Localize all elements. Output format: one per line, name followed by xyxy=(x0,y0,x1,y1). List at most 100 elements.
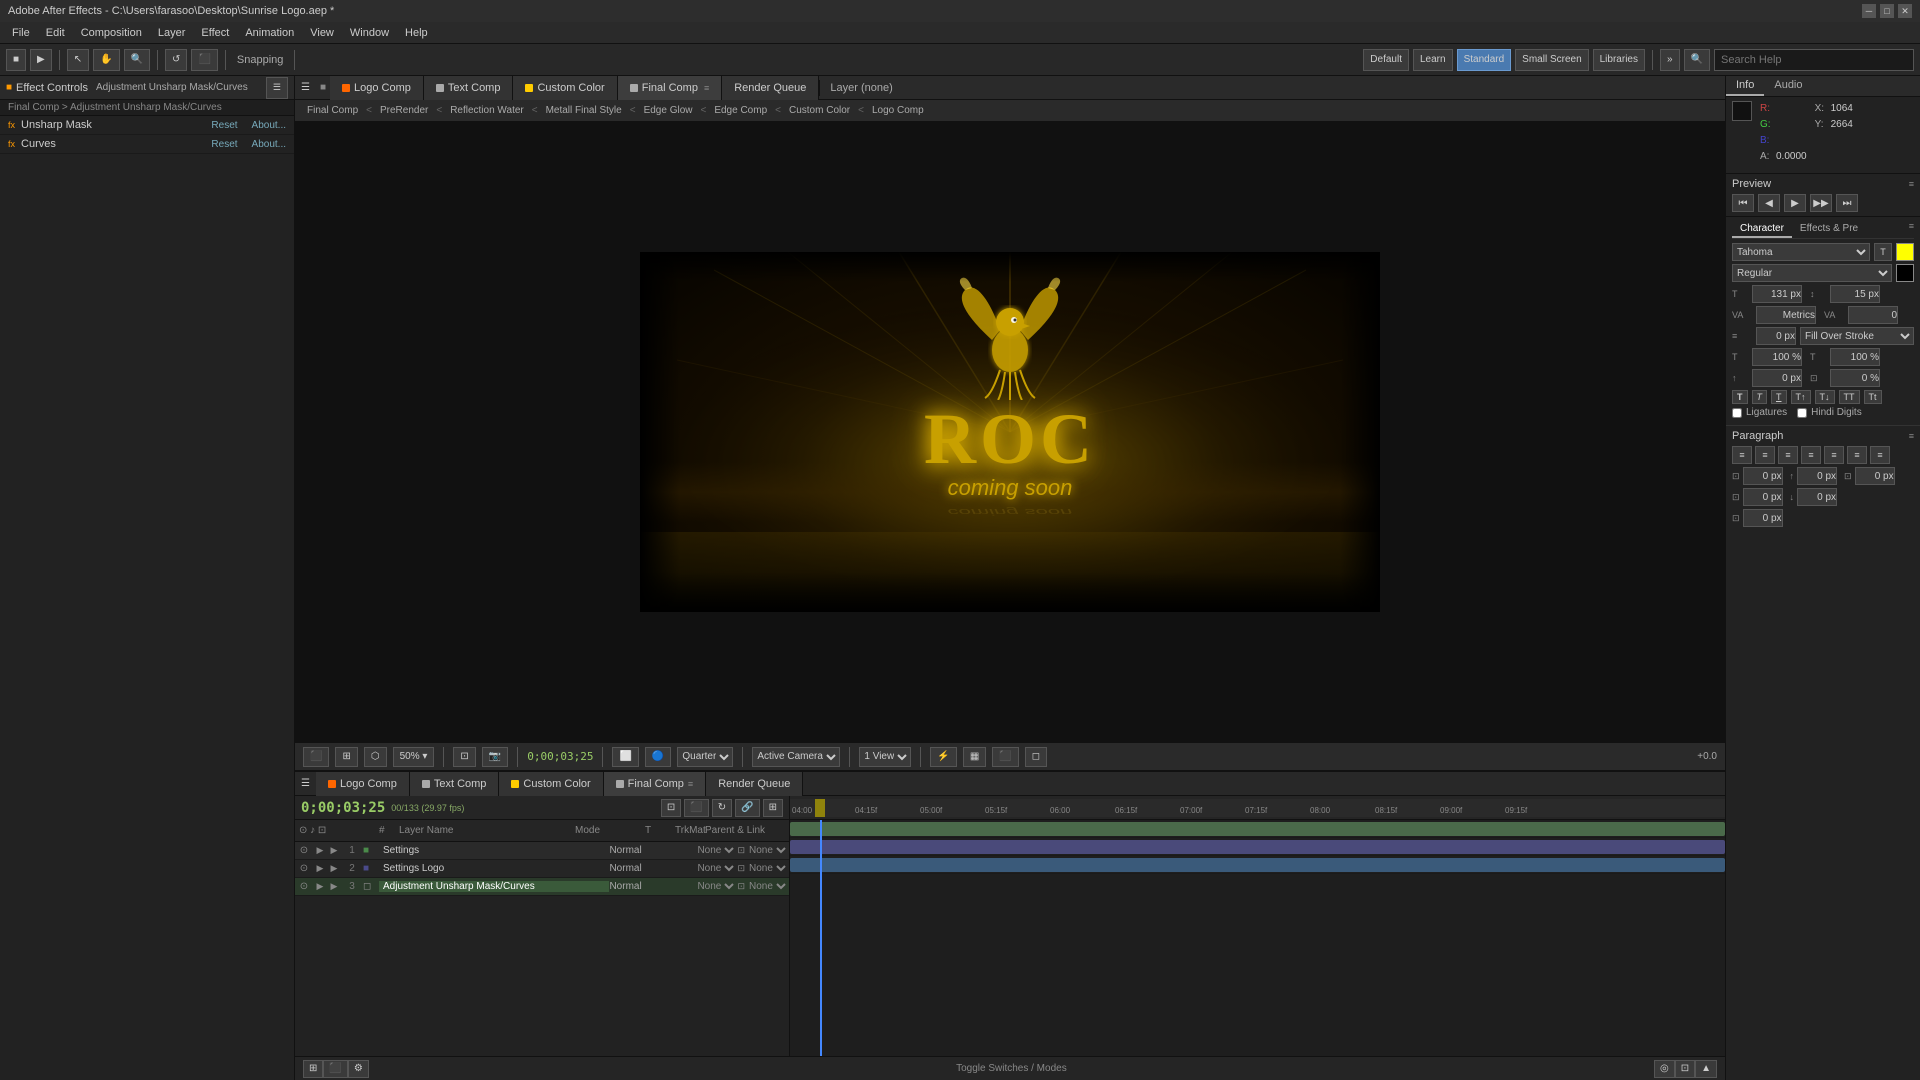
workspace-small-screen[interactable]: Small Screen xyxy=(1515,49,1588,71)
layer-3-expand[interactable]: ▶ xyxy=(327,881,341,892)
indent-left-input[interactable] xyxy=(1743,467,1783,485)
layer-1-toggle[interactable]: ▶ xyxy=(313,845,327,856)
align-left-button[interactable]: ≡ xyxy=(1732,446,1752,464)
tsume-input[interactable] xyxy=(1830,369,1880,387)
menu-view[interactable]: View xyxy=(302,25,342,41)
space-before-input[interactable] xyxy=(1797,467,1837,485)
preview-back-button[interactable]: ◀ xyxy=(1758,194,1780,212)
tl-panel-menu[interactable]: ☰ xyxy=(295,773,316,795)
justify-all-button[interactable]: ≡ xyxy=(1870,446,1890,464)
search-input[interactable] xyxy=(1714,49,1914,71)
layer-2-name[interactable]: Settings Logo xyxy=(379,863,609,874)
tl-tab-final-comp[interactable]: Final Comp ≡ xyxy=(604,772,707,796)
bold-button[interactable]: T xyxy=(1732,390,1748,404)
justify-center-button[interactable]: ≡ xyxy=(1824,446,1844,464)
tab-final-comp[interactable]: Final Comp ≡ xyxy=(618,76,723,100)
add-marker-button[interactable]: ⊞ xyxy=(303,1060,323,1078)
breadcrumb-prerender[interactable]: PreRender xyxy=(374,104,434,117)
breadcrumb-metall[interactable]: Metall Final Style xyxy=(540,104,628,117)
minimize-button[interactable]: ─ xyxy=(1862,4,1876,18)
fast-preview-button[interactable]: ⚡ xyxy=(930,747,956,767)
snapshot-button[interactable]: 📷 xyxy=(482,747,508,767)
workspace-default[interactable]: Default xyxy=(1363,49,1409,71)
rotate-tool[interactable]: ↺ xyxy=(165,49,187,71)
layer-1-parent[interactable]: None xyxy=(745,844,789,857)
workspace-libraries[interactable]: Libraries xyxy=(1593,49,1645,71)
preview-last-button[interactable]: ⏭ xyxy=(1836,194,1858,212)
tab-render-queue[interactable]: Render Queue xyxy=(722,76,819,100)
char-tab-effects[interactable]: Effects & Pre xyxy=(1792,221,1866,238)
menu-window[interactable]: Window xyxy=(342,25,397,41)
search-toggle-button[interactable]: 🔍 xyxy=(1684,49,1710,71)
tl-final-menu-icon[interactable]: ≡ xyxy=(688,779,693,789)
tl-btn-1[interactable]: ⊡ xyxy=(661,799,681,817)
safe-zones-button[interactable]: ◻ xyxy=(1025,747,1047,767)
caps-button[interactable]: TT xyxy=(1839,390,1860,404)
fill-color-swatch[interactable] xyxy=(1896,243,1914,261)
comp-marker-button[interactable]: ⬛ xyxy=(323,1060,347,1078)
menu-layer[interactable]: Layer xyxy=(150,25,194,41)
ligatures-checkbox[interactable] xyxy=(1732,408,1742,418)
tl-btn-3[interactable]: ↻ xyxy=(712,799,732,817)
zoom-dropdown[interactable]: 50% ▾ xyxy=(393,747,435,767)
ec-expand-button[interactable]: ☰ xyxy=(266,77,288,99)
tl-tab-custom-color[interactable]: Custom Color xyxy=(499,772,603,796)
curves-about[interactable]: About... xyxy=(252,139,286,150)
tl-btn-4[interactable]: 🔗 xyxy=(735,799,759,817)
layer-2-trimmat[interactable]: None xyxy=(693,862,737,875)
more-workspaces-button[interactable]: » xyxy=(1660,49,1680,71)
layer-3-toggle[interactable]: ▶ xyxy=(313,881,327,892)
font-style-button[interactable]: T xyxy=(1874,243,1892,261)
menu-file[interactable]: File xyxy=(4,25,38,41)
selection-tool[interactable]: ↖ xyxy=(67,49,89,71)
zoom-tool[interactable]: 🔍 xyxy=(124,49,150,71)
space-after2-input[interactable] xyxy=(1797,488,1837,506)
info-tab-audio[interactable]: Audio xyxy=(1764,76,1812,96)
layer-1-name[interactable]: Settings xyxy=(379,845,609,856)
window-controls[interactable]: ─ □ ✕ xyxy=(1862,4,1912,18)
hand-tool[interactable]: ✋ xyxy=(93,49,119,71)
align-right-button[interactable]: ≡ xyxy=(1778,446,1798,464)
color-mode-button[interactable]: 🔵 xyxy=(645,747,671,767)
font-style-select[interactable]: Regular xyxy=(1732,264,1892,282)
tl-tab-text-comp[interactable]: Text Comp xyxy=(410,772,500,796)
layer-1-trimmat[interactable]: None xyxy=(693,844,737,857)
layer-3-trimmat[interactable]: None xyxy=(693,880,737,893)
layer-1-expand[interactable]: ▶ xyxy=(327,845,341,856)
workspace-standard[interactable]: Standard xyxy=(1457,49,1512,71)
menu-animation[interactable]: Animation xyxy=(237,25,302,41)
tl-btn-2[interactable]: ⬛ xyxy=(684,799,708,817)
preview-play-button[interactable]: ▶ xyxy=(1784,194,1806,212)
pixel-aspect-button[interactable]: ⬛ xyxy=(992,747,1018,767)
tl-tab-logo-comp[interactable]: Logo Comp xyxy=(316,772,410,796)
baseline-input[interactable] xyxy=(1752,369,1802,387)
font-size-input[interactable] xyxy=(1752,285,1802,303)
camera-tool[interactable]: ⬛ xyxy=(191,49,217,71)
layer-1-eye[interactable]: ⊙ xyxy=(295,845,313,856)
close-button[interactable]: ✕ xyxy=(1898,4,1912,18)
menu-help[interactable]: Help xyxy=(397,25,436,41)
stroke-width-input[interactable] xyxy=(1756,327,1796,345)
layer-3-parent[interactable]: None xyxy=(745,880,789,893)
view-select[interactable]: 1 View xyxy=(859,747,911,767)
justify-left-button[interactable]: ≡ xyxy=(1801,446,1821,464)
tab-text-comp[interactable]: Text Comp xyxy=(424,76,514,100)
breadcrumb-edge-glow[interactable]: Edge Glow xyxy=(638,104,699,117)
preview-first-button[interactable]: ⏮ xyxy=(1732,194,1754,212)
curves-reset[interactable]: Reset xyxy=(211,139,237,150)
layer-2-expand[interactable]: ▶ xyxy=(327,863,341,874)
fit-button[interactable]: ⊡ xyxy=(453,747,475,767)
solo-button[interactable]: ◎ xyxy=(1654,1060,1675,1078)
first-line-input[interactable] xyxy=(1743,509,1783,527)
tl-tab-render-queue[interactable]: Render Queue xyxy=(706,772,803,796)
breadcrumb-edge-comp[interactable]: Edge Comp xyxy=(708,104,773,117)
final-comp-menu-icon[interactable]: ≡ xyxy=(704,83,709,93)
tab-logo-comp[interactable]: Logo Comp xyxy=(330,76,424,100)
preview-forward-button[interactable]: ▶▶ xyxy=(1810,194,1832,212)
tab-custom-color[interactable]: Custom Color xyxy=(513,76,617,100)
layer-3-eye[interactable]: ⊙ xyxy=(295,881,313,892)
menu-composition[interactable]: Composition xyxy=(73,25,150,41)
space-after-input[interactable] xyxy=(1855,467,1895,485)
kerning-input[interactable] xyxy=(1756,306,1816,324)
indent-right-input[interactable] xyxy=(1743,488,1783,506)
